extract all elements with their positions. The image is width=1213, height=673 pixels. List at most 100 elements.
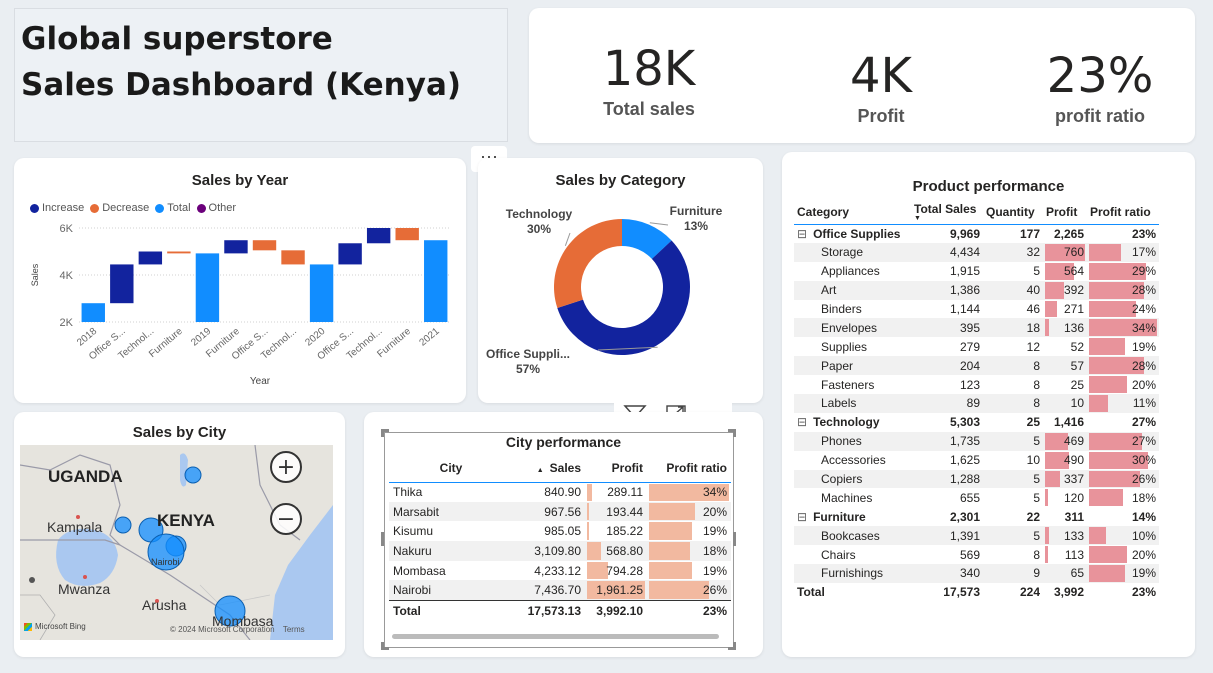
col-header-quantity[interactable]: Quantity xyxy=(983,200,1043,224)
resize-handle[interactable] xyxy=(733,532,736,546)
waterfall-bar[interactable] xyxy=(224,240,248,254)
subcategory-row[interactable]: Copiers 1,288 5 337 26% xyxy=(794,469,1159,489)
subcategory-row[interactable]: Furnishings 340 9 65 19% xyxy=(794,564,1159,583)
y-tick-label: 6K xyxy=(60,223,74,235)
x-tick-label: 2019 xyxy=(189,326,213,349)
subcategory-row[interactable]: Phones 1,735 5 469 27% xyxy=(794,431,1159,451)
category-row[interactable]: ⊟ Technology 5,303 25 1,416 27% xyxy=(794,413,1159,432)
waterfall-bar[interactable] xyxy=(252,240,277,251)
subcategory-row[interactable]: Accessories 1,625 10 490 30% xyxy=(794,451,1159,470)
waterfall-bar[interactable] xyxy=(138,251,163,265)
city-performance-table[interactable]: City performance City ▲ Sales Profit Prof… xyxy=(364,412,763,657)
kpi-label: profit ratio xyxy=(1055,106,1145,126)
col-header-profit[interactable]: Profit xyxy=(585,454,647,482)
subcategory-row[interactable]: Chairs 569 8 113 20% xyxy=(794,545,1159,564)
cell-city: Nakuru xyxy=(389,541,513,561)
map-label-nairobi: Nairobi xyxy=(151,557,180,567)
cell-profit-ratio: 34% xyxy=(647,482,731,502)
cell-category: Total xyxy=(797,585,825,600)
cell-sales: 840.90 xyxy=(544,485,581,500)
subcategory-row[interactable]: Supplies 279 12 52 19% xyxy=(794,337,1159,356)
collapse-icon[interactable]: ⊟ xyxy=(797,510,807,524)
waterfall-bar[interactable] xyxy=(167,251,191,254)
waterfall-bar[interactable] xyxy=(81,303,105,322)
cell-category: Machines xyxy=(821,490,873,505)
data-bar xyxy=(1089,243,1121,261)
kpi-card: 18K Total sales 4K Profit 23% profit rat… xyxy=(529,8,1195,143)
product-matrix: Category Total Sales ▼ Quantity Profit Pr… xyxy=(794,200,1159,602)
subcategory-row[interactable]: Art 1,386 40 392 28% xyxy=(794,280,1159,300)
donut-slice[interactable] xyxy=(554,219,622,309)
subcategory-row[interactable]: Fasteners 123 8 25 20% xyxy=(794,375,1159,394)
subcategory-row[interactable]: Bookcases 1,391 5 133 10% xyxy=(794,526,1159,546)
subcategory-row[interactable]: Binders 1,144 46 271 24% xyxy=(794,300,1159,319)
bubble-kisumu[interactable] xyxy=(114,516,132,534)
table-row[interactable]: Mombasa 4,233.12 794.28 19% xyxy=(389,561,731,581)
resize-handle[interactable] xyxy=(728,642,736,650)
col-header-sales[interactable]: ▲ Sales xyxy=(513,454,585,482)
zoom-out-button[interactable]: − xyxy=(270,503,302,535)
col-header-total-sales[interactable]: Total Sales ▼ xyxy=(911,200,983,224)
subcategory-row[interactable]: Storage 4,434 32 760 17% xyxy=(794,242,1159,262)
horizontal-scrollbar[interactable] xyxy=(392,634,719,639)
category-row[interactable]: ⊟ Office Supplies 9,969 177 2,265 23% xyxy=(794,224,1159,243)
waterfall-bar[interactable] xyxy=(281,250,305,265)
collapse-icon[interactable]: ⊟ xyxy=(797,227,807,241)
cell-total-sales: 17,573 xyxy=(943,585,980,600)
cell-category: Appliances xyxy=(821,264,880,279)
cell-total-label: Total xyxy=(393,604,421,619)
sales-by-city-visual[interactable]: Sales by City UGANDA KENYA Kampala Nairo… xyxy=(14,412,345,657)
table-row[interactable]: Nakuru 3,109.80 568.80 18% xyxy=(389,541,731,561)
subcategory-row[interactable]: Appliances 1,915 5 564 29% xyxy=(794,262,1159,281)
cell-profit-ratio: 18% xyxy=(1087,488,1159,507)
subcategory-row[interactable]: Envelopes 395 18 136 34% xyxy=(794,318,1159,338)
table-row[interactable]: Thika 840.90 289.11 34% xyxy=(389,482,731,502)
col-header-profit-ratio[interactable]: Profit ratio xyxy=(647,454,731,482)
kpi-total-sales[interactable]: 18K Total sales xyxy=(559,41,739,120)
table-row[interactable]: Marsabit 967.56 193.44 20% xyxy=(389,501,731,522)
waterfall-bar[interactable] xyxy=(395,228,419,241)
cell-total-sales: 1,915 xyxy=(949,264,980,279)
waterfall-bar[interactable] xyxy=(424,240,448,322)
category-row[interactable]: ⊟ Furniture 2,301 22 311 14% xyxy=(794,507,1159,526)
terms-link[interactable]: Terms xyxy=(283,625,305,634)
product-performance-table[interactable]: Product performance Category Total Sales… xyxy=(782,152,1195,657)
sales-by-category-visual[interactable]: Sales by Category Office Suppli... 57% Tec… xyxy=(478,158,763,403)
cell-city: Nairobi xyxy=(389,580,513,601)
y-tick-label: 2K xyxy=(60,317,74,329)
subcategory-row[interactable]: Machines 655 5 120 18% xyxy=(794,488,1159,507)
total-row[interactable]: Total 17,573 224 3,992 23% xyxy=(794,583,1159,602)
kpi-profit-ratio[interactable]: 23% profit ratio xyxy=(1010,48,1190,127)
waterfall-bar[interactable] xyxy=(110,264,134,304)
col-header-category[interactable]: Category xyxy=(794,200,911,224)
dashboard-title-line2: Sales Dashboard (Kenya) xyxy=(21,67,462,103)
bubble-marsabit[interactable] xyxy=(184,466,202,484)
kpi-profit[interactable]: 4K Profit xyxy=(791,48,971,127)
data-bar xyxy=(1045,527,1049,545)
col-header-city[interactable]: City xyxy=(389,454,513,482)
cell-profit-ratio: 28% xyxy=(1087,280,1159,300)
cell-city: Mombasa xyxy=(393,563,446,578)
data-bar xyxy=(587,561,608,580)
table-row[interactable]: Nairobi 7,436.70 1,961.25 26% xyxy=(389,580,731,601)
bing-map[interactable]: UGANDA KENYA Kampala Nairobi Mwanza Arus… xyxy=(20,445,333,640)
data-bar xyxy=(1089,376,1128,394)
cell-quantity: 8 xyxy=(983,394,1043,413)
waterfall-bar[interactable] xyxy=(338,243,362,265)
total-row[interactable]: Total 17,573.13 3,992.10 23% xyxy=(389,600,731,622)
collapse-icon[interactable]: ⊟ xyxy=(797,415,807,429)
data-bar xyxy=(1045,300,1057,318)
table-row[interactable]: Kisumu 985.05 185.22 19% xyxy=(389,521,731,541)
subcategory-row[interactable]: Labels 89 8 10 11% xyxy=(794,394,1159,413)
resize-handle[interactable] xyxy=(381,642,389,650)
col-header-profit[interactable]: Profit xyxy=(1043,200,1087,224)
waterfall-bar[interactable] xyxy=(195,253,220,322)
sales-by-year-visual[interactable]: Sales by Year Increase Decrease Total Ot… xyxy=(14,158,466,403)
resize-handle[interactable] xyxy=(381,532,384,546)
col-header-profit-ratio[interactable]: Profit ratio xyxy=(1087,200,1159,224)
waterfall-bar[interactable] xyxy=(366,228,391,244)
zoom-in-button[interactable]: + xyxy=(270,451,302,483)
subcategory-row[interactable]: Paper 204 8 57 28% xyxy=(794,356,1159,376)
cell-profit-ratio: 30% xyxy=(1087,451,1159,470)
waterfall-bar[interactable] xyxy=(309,264,334,322)
